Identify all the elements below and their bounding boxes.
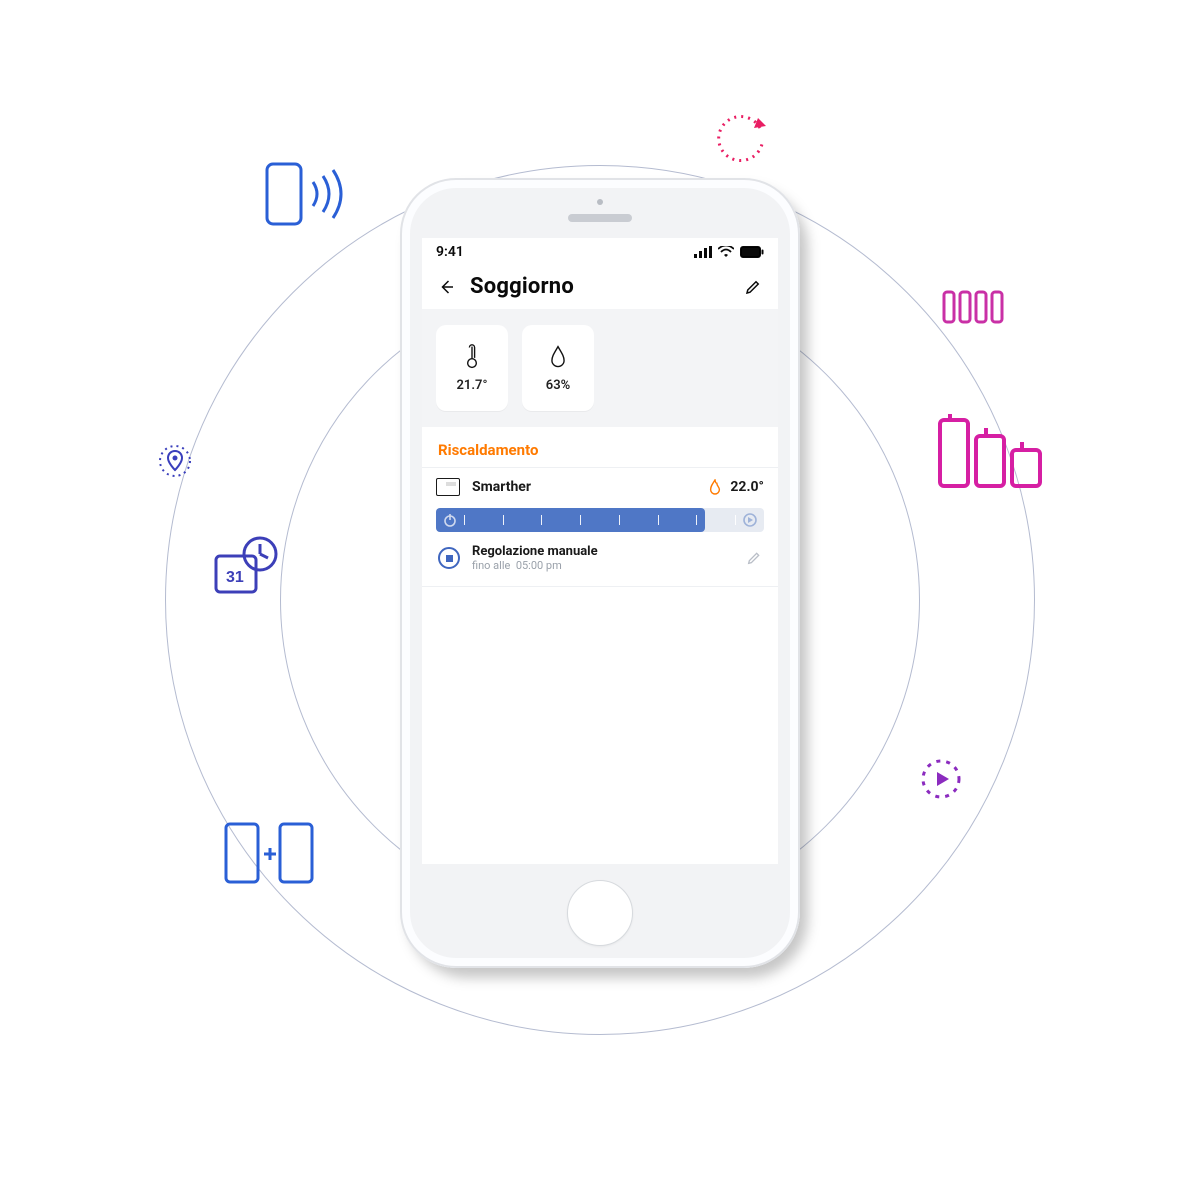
refresh-icon — [714, 114, 768, 168]
status-bar: 9:41 — [422, 238, 778, 266]
calendar-clock-icon: 31 — [212, 534, 282, 598]
device-name: Smarther — [472, 479, 531, 495]
phone-speaker — [568, 214, 632, 222]
cellular-icon — [694, 246, 712, 258]
back-icon[interactable] — [438, 278, 456, 296]
location-target-icon — [154, 440, 196, 482]
flame-icon — [708, 479, 722, 495]
bars-chart-icon — [936, 410, 1046, 492]
device-card: Smarther 22.0° — [422, 467, 778, 587]
slider-ticks — [436, 508, 764, 532]
battery-icon — [740, 246, 764, 258]
app-screen: 9:41 Soggiorno 21.7° — [422, 238, 778, 864]
play-ring-icon — [918, 756, 964, 802]
status-time: 9:41 — [436, 244, 464, 260]
edit-icon[interactable] — [744, 278, 762, 296]
humidity-value: 63% — [546, 378, 570, 393]
add-device-icon — [222, 820, 318, 888]
room-header: Soggiorno — [422, 266, 778, 309]
temperature-value: 21.7° — [457, 378, 488, 393]
manual-mode-icon — [438, 547, 460, 569]
humidity-card[interactable]: 63% — [522, 325, 594, 411]
mode-until-prefix: fino alle — [472, 559, 510, 572]
room-title: Soggiorno — [470, 274, 574, 299]
mode-until-time: 05:00 pm — [516, 559, 562, 572]
temperature-slider[interactable] — [436, 508, 764, 532]
edit-mode-icon[interactable] — [746, 550, 762, 566]
temperature-card[interactable]: 21.7° — [436, 325, 508, 411]
device-setpoint: 22.0° — [730, 479, 764, 495]
mode-row[interactable]: Regolazione manuale fino alle 05:00 pm — [436, 532, 764, 574]
droplet-icon — [547, 344, 569, 370]
svg-text:31: 31 — [226, 569, 244, 586]
radiator-icon — [942, 288, 1004, 326]
mode-title: Regolazione manuale — [472, 544, 598, 559]
wifi-icon — [718, 246, 734, 258]
boost-icon — [742, 512, 758, 528]
thermostat-device-icon — [436, 478, 460, 496]
phone-frame: 9:41 Soggiorno 21.7° — [400, 178, 800, 968]
home-button[interactable] — [567, 880, 633, 946]
metrics-strip: 21.7° 63% — [422, 309, 778, 427]
heating-section-title: Riscaldamento — [422, 427, 778, 467]
thermometer-icon — [461, 344, 483, 370]
phone-broadcast-icon — [265, 162, 345, 228]
phone-camera-dot — [597, 199, 603, 205]
